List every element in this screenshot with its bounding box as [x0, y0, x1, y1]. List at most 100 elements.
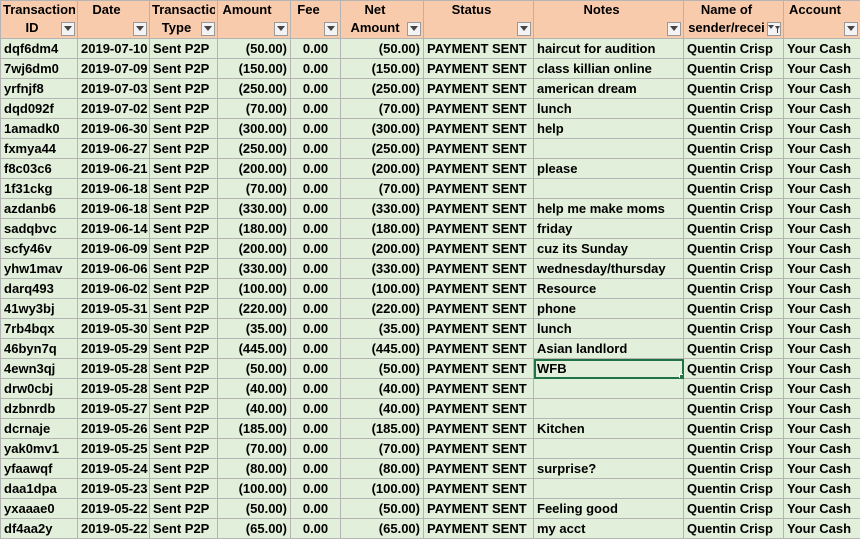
cell-fee[interactable]: 0.00 — [290, 498, 341, 519]
cell-transaction-id[interactable]: dzbnrdb — [0, 398, 78, 419]
cell-status[interactable]: PAYMENT SENT — [423, 498, 534, 519]
cell-account[interactable]: Your Cash — [783, 138, 860, 159]
cell-status[interactable]: PAYMENT SENT — [423, 98, 534, 119]
cell-sender-name[interactable]: Quentin Crisp — [683, 298, 784, 319]
cell-account[interactable]: Your Cash — [783, 278, 860, 299]
cell-notes[interactable]: help — [533, 118, 684, 139]
cell-fee[interactable]: 0.00 — [290, 438, 341, 459]
cell-net-amount[interactable]: (330.00) — [340, 198, 424, 219]
fill-handle[interactable] — [679, 374, 683, 378]
cell-sender-name[interactable]: Quentin Crisp — [683, 138, 784, 159]
cell-date[interactable]: 2019-05-22 — [77, 518, 150, 539]
cell-amount[interactable]: (330.00) — [217, 258, 291, 279]
cell-transaction-id[interactable]: drw0cbj — [0, 378, 78, 399]
cell-net-amount[interactable]: (100.00) — [340, 278, 424, 299]
cell-amount[interactable]: (200.00) — [217, 158, 291, 179]
cell-net-amount[interactable]: (65.00) — [340, 518, 424, 539]
cell-transaction-id[interactable]: 4ewn3qj — [0, 358, 78, 379]
cell-net-amount[interactable]: (70.00) — [340, 98, 424, 119]
cell-status[interactable]: PAYMENT SENT — [423, 278, 534, 299]
cell-amount[interactable]: (200.00) — [217, 238, 291, 259]
cell-transaction-id[interactable]: 7rb4bqx — [0, 318, 78, 339]
cell-date[interactable]: 2019-05-30 — [77, 318, 150, 339]
cell-date[interactable]: 2019-05-26 — [77, 418, 150, 439]
cell-fee[interactable]: 0.00 — [290, 378, 341, 399]
cell-fee[interactable]: 0.00 — [290, 218, 341, 239]
cell-fee[interactable]: 0.00 — [290, 198, 341, 219]
cell-transaction-id[interactable]: daa1dpa — [0, 478, 78, 499]
cell-amount[interactable]: (40.00) — [217, 398, 291, 419]
cell-transaction-id[interactable]: yfaawqf — [0, 458, 78, 479]
cell-transaction-id[interactable]: 1amadk0 — [0, 118, 78, 139]
cell-sender-name[interactable]: Quentin Crisp — [683, 358, 784, 379]
cell-notes[interactable]: phone — [533, 298, 684, 319]
cell-date[interactable]: 2019-05-22 — [77, 498, 150, 519]
column-header-transaction-id[interactable]: Transaction ID — [0, 0, 78, 39]
cell-transaction-id[interactable]: df4aa2y — [0, 518, 78, 539]
cell-status[interactable]: PAYMENT SENT — [423, 398, 534, 419]
cell-notes[interactable]: cuz its Sunday — [533, 238, 684, 259]
cell-net-amount[interactable]: (70.00) — [340, 178, 424, 199]
cell-date[interactable]: 2019-07-03 — [77, 78, 150, 99]
cell-notes[interactable]: Feeling good — [533, 498, 684, 519]
cell-status[interactable]: PAYMENT SENT — [423, 518, 534, 539]
cell-fee[interactable]: 0.00 — [290, 338, 341, 359]
cell-account[interactable]: Your Cash — [783, 338, 860, 359]
filter-active-icon[interactable] — [767, 22, 781, 36]
cell-status[interactable]: PAYMENT SENT — [423, 198, 534, 219]
cell-date[interactable]: 2019-06-14 — [77, 218, 150, 239]
column-header-transaction-type[interactable]: Transaction Type — [149, 0, 218, 39]
cell-transaction-type[interactable]: Sent P2P — [149, 458, 218, 479]
cell-account[interactable]: Your Cash — [783, 218, 860, 239]
cell-transaction-type[interactable]: Sent P2P — [149, 138, 218, 159]
cell-transaction-id[interactable]: azdanb6 — [0, 198, 78, 219]
cell-net-amount[interactable]: (40.00) — [340, 378, 424, 399]
cell-account[interactable]: Your Cash — [783, 298, 860, 319]
cell-amount[interactable]: (50.00) — [217, 358, 291, 379]
cell-status[interactable]: PAYMENT SENT — [423, 418, 534, 439]
cell-transaction-type[interactable]: Sent P2P — [149, 38, 218, 59]
cell-notes[interactable] — [533, 438, 684, 459]
cell-sender-name[interactable]: Quentin Crisp — [683, 278, 784, 299]
cell-notes[interactable]: help me make moms — [533, 198, 684, 219]
cell-account[interactable]: Your Cash — [783, 518, 860, 539]
filter-dropdown-icon[interactable] — [61, 22, 75, 36]
cell-date[interactable]: 2019-06-27 — [77, 138, 150, 159]
cell-transaction-id[interactable]: 46byn7q — [0, 338, 78, 359]
cell-notes[interactable] — [533, 398, 684, 419]
cell-date[interactable]: 2019-05-27 — [77, 398, 150, 419]
cell-date[interactable]: 2019-07-02 — [77, 98, 150, 119]
cell-fee[interactable]: 0.00 — [290, 518, 341, 539]
cell-status[interactable]: PAYMENT SENT — [423, 258, 534, 279]
cell-sender-name[interactable]: Quentin Crisp — [683, 178, 784, 199]
cell-status[interactable]: PAYMENT SENT — [423, 138, 534, 159]
cell-net-amount[interactable]: (200.00) — [340, 158, 424, 179]
cell-account[interactable]: Your Cash — [783, 318, 860, 339]
cell-status[interactable]: PAYMENT SENT — [423, 178, 534, 199]
cell-fee[interactable]: 0.00 — [290, 318, 341, 339]
cell-account[interactable]: Your Cash — [783, 58, 860, 79]
cell-net-amount[interactable]: (445.00) — [340, 338, 424, 359]
cell-transaction-id[interactable]: 41wy3bj — [0, 298, 78, 319]
cell-transaction-type[interactable]: Sent P2P — [149, 478, 218, 499]
cell-net-amount[interactable]: (300.00) — [340, 118, 424, 139]
filter-dropdown-icon[interactable] — [407, 22, 421, 36]
cell-amount[interactable]: (100.00) — [217, 478, 291, 499]
cell-sender-name[interactable]: Quentin Crisp — [683, 78, 784, 99]
cell-amount[interactable]: (65.00) — [217, 518, 291, 539]
cell-date[interactable]: 2019-05-29 — [77, 338, 150, 359]
cell-account[interactable]: Your Cash — [783, 438, 860, 459]
cell-account[interactable]: Your Cash — [783, 418, 860, 439]
cell-amount[interactable]: (35.00) — [217, 318, 291, 339]
cell-net-amount[interactable]: (35.00) — [340, 318, 424, 339]
cell-amount[interactable]: (300.00) — [217, 118, 291, 139]
cell-fee[interactable]: 0.00 — [290, 138, 341, 159]
cell-account[interactable]: Your Cash — [783, 238, 860, 259]
cell-status[interactable]: PAYMENT SENT — [423, 358, 534, 379]
cell-transaction-type[interactable]: Sent P2P — [149, 338, 218, 359]
cell-notes[interactable]: class killian online — [533, 58, 684, 79]
cell-net-amount[interactable]: (150.00) — [340, 58, 424, 79]
cell-sender-name[interactable]: Quentin Crisp — [683, 318, 784, 339]
cell-status[interactable]: PAYMENT SENT — [423, 378, 534, 399]
cell-transaction-type[interactable]: Sent P2P — [149, 398, 218, 419]
